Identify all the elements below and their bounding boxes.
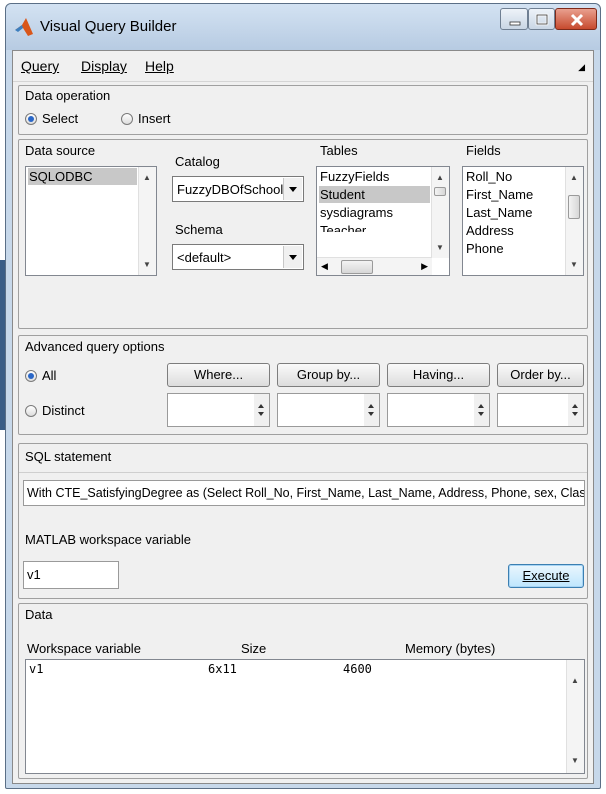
client-area: Query Display Help ◢ Data operation Sele… <box>12 50 594 784</box>
list-item[interactable]: Roll_No <box>465 168 512 185</box>
catalog-select[interactable]: FuzzyDBOfSchool <box>172 176 304 202</box>
list-item[interactable]: Teacher <box>319 222 366 232</box>
schema-select[interactable]: <default> <box>172 244 304 270</box>
column-header-memory: Memory (bytes) <box>405 641 496 656</box>
menu-overflow-icon[interactable]: ◢ <box>578 62 585 73</box>
scroll-up-icon[interactable]: ▲ <box>571 676 579 685</box>
list-item[interactable]: FuzzyFields <box>319 168 389 185</box>
select-label: Select <box>42 111 79 126</box>
sql-statement-field[interactable]: With CTE_SatisfyingDegree as (Select Rol… <box>23 480 585 506</box>
data-source-panel: Data source SQLODBC ▲ ▼ Catalog FuzzyDBO… <box>18 139 588 329</box>
schema-label: Schema <box>175 222 223 237</box>
group-by-field[interactable] <box>277 393 380 427</box>
advanced-options-panel: Advanced query options All Distinct Wher… <box>18 335 588 435</box>
execute-button[interactable]: Execute <box>508 564 584 588</box>
minimize-button[interactable] <box>500 8 528 30</box>
insert-radio[interactable] <box>121 113 133 125</box>
catalog-label: Catalog <box>175 154 220 169</box>
scroll-up-icon[interactable]: ▲ <box>143 173 151 182</box>
list-item[interactable]: First_Name <box>465 186 533 203</box>
menu-display[interactable]: Display <box>81 58 127 74</box>
fields-scrollbar[interactable]: ▲ ▼ <box>565 167 583 275</box>
column-header-variable: Workspace variable <box>27 641 141 656</box>
menu-bar: Query Display Help ◢ <box>13 51 593 82</box>
fields-label: Fields <box>466 143 501 158</box>
data-title: Data <box>25 607 53 622</box>
order-by-field[interactable] <box>497 393 584 427</box>
workspace-variable-label: MATLAB workspace variable <box>25 532 191 547</box>
list-item[interactable]: Student <box>319 186 430 203</box>
menu-help[interactable]: Help <box>145 58 174 74</box>
scroll-left-icon[interactable]: ◀ <box>321 261 328 272</box>
list-item[interactable]: Address <box>465 222 514 239</box>
close-button[interactable] <box>555 8 597 30</box>
scroll-down-icon[interactable]: ▼ <box>570 260 578 269</box>
title-bar: Visual Query Builder <box>6 4 600 50</box>
list-item[interactable]: Last_Name <box>465 204 532 221</box>
scroll-up-icon[interactable]: ▲ <box>436 173 444 182</box>
chevron-down-icon[interactable] <box>283 178 302 200</box>
order-by-button[interactable]: Order by... <box>497 363 584 387</box>
maximize-button[interactable] <box>528 8 555 30</box>
tables-list[interactable]: FuzzyFields Student sysdiagrams Teacher … <box>316 166 450 276</box>
scroll-up-icon[interactable]: ▲ <box>570 173 578 182</box>
window-title: Visual Query Builder <box>40 18 177 35</box>
scroll-down-icon[interactable]: ▼ <box>436 243 444 252</box>
scroll-thumb[interactable] <box>568 195 580 219</box>
distinct-radio[interactable] <box>25 405 37 417</box>
data-source-list[interactable]: SQLODBC ▲ ▼ <box>25 166 157 276</box>
having-field[interactable] <box>387 393 490 427</box>
group-by-button[interactable]: Group by... <box>277 363 380 387</box>
workspace-variable-field[interactable]: v1 <box>23 561 119 589</box>
all-label: All <box>42 368 57 383</box>
scroll-down-icon[interactable]: ▼ <box>571 756 579 765</box>
minimize-icon <box>509 21 521 26</box>
row-variable[interactable]: v1 <box>28 661 129 678</box>
close-icon <box>570 13 584 27</box>
data-operation-panel: Data operation Select Insert <box>18 85 588 135</box>
tables-label: Tables <box>320 143 358 158</box>
select-radio[interactable] <box>25 113 37 125</box>
workspace-data-list[interactable]: v1 6x11 4600 ▲ ▼ <box>25 659 585 774</box>
fields-list[interactable]: Roll_No First_Name Last_Name Address Pho… <box>462 166 584 276</box>
scroll-thumb[interactable] <box>434 187 446 196</box>
data-panel: Data Workspace variable Size Memory (byt… <box>18 603 588 779</box>
all-radio[interactable] <box>25 370 37 382</box>
scroll-thumb[interactable] <box>341 260 373 274</box>
list-item[interactable]: Phone <box>465 240 504 257</box>
sql-statement-panel: SQL statement With CTE_SatisfyingDegree … <box>18 443 588 599</box>
data-source-scrollbar[interactable]: ▲ ▼ <box>138 167 156 275</box>
data-operation-title: Data operation <box>25 88 111 103</box>
where-button[interactable]: Where... <box>167 363 270 387</box>
list-item[interactable]: SQLODBC <box>28 168 137 185</box>
tables-hscrollbar[interactable]: ◀ ▶ <box>317 257 432 275</box>
matlab-icon <box>15 18 33 36</box>
column-header-size: Size <box>241 641 267 656</box>
data-scrollbar[interactable]: ▲ ▼ <box>566 660 584 773</box>
having-button[interactable]: Having... <box>387 363 490 387</box>
advanced-options-title: Advanced query options <box>25 339 165 354</box>
menu-query[interactable]: Query <box>21 58 59 74</box>
where-field[interactable] <box>167 393 270 427</box>
tables-vscrollbar[interactable]: ▲ ▼ <box>431 167 449 258</box>
row-memory: 4600 <box>343 662 372 676</box>
chevron-down-icon[interactable] <box>283 246 302 268</box>
sql-statement-title: SQL statement <box>25 449 112 464</box>
scroll-right-icon[interactable]: ▶ <box>421 261 428 272</box>
data-source-label: Data source <box>25 143 96 158</box>
scroll-down-icon[interactable]: ▼ <box>143 260 151 269</box>
list-item[interactable]: sysdiagrams <box>319 204 393 221</box>
visual-query-builder-window: Visual Query Builder Query Display Help … <box>5 3 601 789</box>
row-size: 6x11 <box>208 662 237 676</box>
insert-label: Insert <box>138 111 171 126</box>
distinct-label: Distinct <box>42 403 85 418</box>
divider <box>19 472 587 473</box>
maximize-icon <box>535 13 549 26</box>
